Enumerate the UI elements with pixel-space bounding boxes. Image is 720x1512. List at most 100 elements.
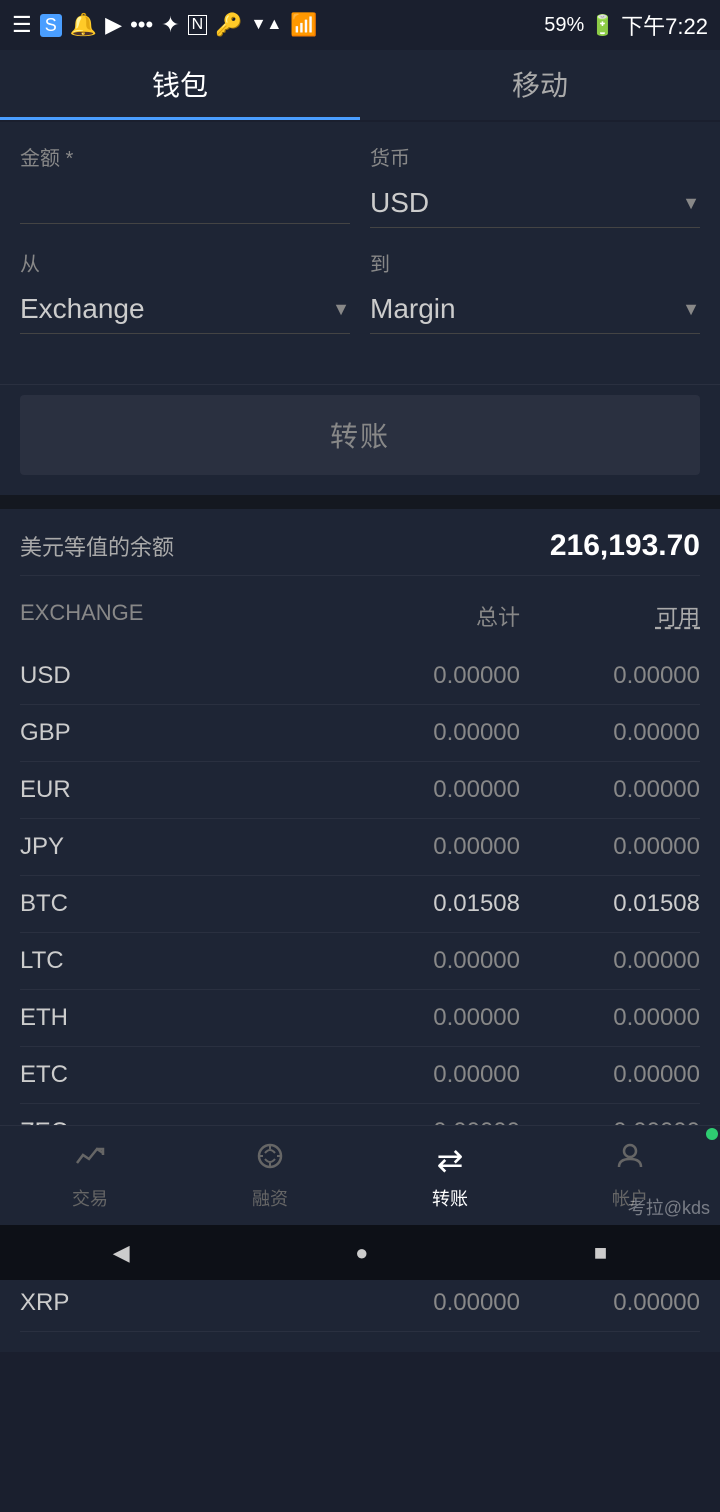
row-avail-cell: 0.00000 [520,1004,700,1032]
row-currency-name: BTC [20,890,320,918]
row-total-cell: 0.00000 [320,662,520,690]
signal-bars: 📶 [290,12,317,38]
row-avail-cell: 0.00000 [520,1061,700,1089]
transfer-icon: ⇄ [437,1141,464,1179]
currency-group: 货币 USD ▼ [370,142,700,228]
tab-move[interactable]: 移动 [360,50,720,120]
to-select[interactable]: Margin ▼ [370,285,700,334]
row-total-value: 0.00000 [433,1061,520,1088]
row-avail-value: 0.00000 [613,833,700,860]
from-select[interactable]: Exchange ▼ [20,285,350,334]
row-total-cell: 0.00000 [320,776,520,804]
row-avail-value: 0.00000 [613,776,700,803]
row-avail-cell: 0.00000 [520,662,700,690]
row-total-value: 0.00000 [433,833,520,860]
balance-row: 美元等值的余额 216,193.70 [20,529,700,576]
row-total-value: 0.00000 [433,1004,520,1031]
row-avail-value: 0.00000 [613,947,700,974]
system-nav: ◀ ● ■ [0,1225,720,1280]
signal-lte: ▼▲ [251,16,283,34]
account-icon [615,1141,645,1179]
row-total-value: 0.00000 [433,719,520,746]
row-total-value: 0.01508 [433,890,520,917]
from-value: Exchange [20,293,145,325]
row-total-cell: 0.00000 [320,1004,520,1032]
table-row: JPY 0.00000 0.00000 [20,819,700,876]
row-total-value: 0.00000 [433,776,520,803]
back-button[interactable]: ◀ [113,1240,130,1266]
balance-label: 美元等值的余额 [20,530,174,562]
table-row: USD 0.00000 0.00000 [20,648,700,705]
status-left-icons: ☰ S 🔔 ▶ ••• ✦ N 🔑 ▼▲ 📶 [12,12,318,38]
row-currency-name: EUR [20,776,320,804]
main-tabs: 钱包 移动 [0,50,720,120]
from-label: 从 [20,248,350,277]
row-avail-cell: 0.00000 [520,1289,700,1317]
currency-dropdown-arrow: ▼ [682,193,700,214]
bottom-nav: 交易 融资 ⇄ 转账 帐户 [0,1125,720,1225]
trade-icon [75,1141,105,1179]
status-right-info: 59% 🔋 下午7:22 [544,9,708,41]
section-divider [0,495,720,509]
form-row-amount-currency: 金额 * 货币 USD ▼ [20,142,700,228]
col-exchange-title: EXCHANGE [20,600,320,632]
transfer-form: 金额 * 货币 USD ▼ 从 Exchange ▼ 到 Margin ▼ [0,122,720,384]
row-total-value: 0.00000 [433,1289,520,1316]
app-icon: S [40,14,62,37]
nav-item-transfer[interactable]: ⇄ 转账 [360,1126,540,1225]
row-total-cell: 0.00000 [320,833,520,861]
tab-wallet[interactable]: 钱包 [0,50,360,120]
bluetooth-icon: ✦ [161,12,179,38]
currency-label: 货币 [370,142,700,171]
table-header: EXCHANGE 总计 可用 [20,592,700,640]
row-currency-name: LTC [20,947,320,975]
to-dropdown-arrow: ▼ [682,299,700,320]
funding-icon [255,1141,285,1179]
battery-text: 59% [544,14,584,37]
home-button[interactable]: ● [355,1240,368,1266]
from-group: 从 Exchange ▼ [20,248,350,334]
row-avail-value: 0.01508 [613,890,700,917]
table-row: BTC 0.01508 0.01508 [20,876,700,933]
row-avail-cell: 0.00000 [520,719,700,747]
table-row: GBP 0.00000 0.00000 [20,705,700,762]
more-icon: ••• [130,12,153,38]
transfer-button[interactable]: 转账 [20,395,700,475]
play-icon: ▶ [105,12,122,38]
battery-icon: 🔋 [590,13,615,38]
time-display: 下午7:22 [621,9,708,41]
row-avail-value: 0.00000 [613,1004,700,1031]
menu-icon: ☰ [12,12,32,38]
currency-value: USD [370,187,429,219]
form-row-from-to: 从 Exchange ▼ 到 Margin ▼ [20,248,700,334]
row-avail-value: 0.00000 [613,1289,700,1316]
row-total-value: 0.00000 [433,662,520,689]
row-avail-cell: 0.00000 [520,833,700,861]
row-avail-value: 0.00000 [613,719,700,746]
row-currency-name: GBP [20,719,320,747]
amount-input[interactable] [20,179,350,224]
row-currency-name: ETH [20,1004,320,1032]
nav-item-funding[interactable]: 融资 [180,1126,360,1225]
col-avail-header: 可用 [520,600,700,632]
table-row: ETC 0.00000 0.00000 [20,1047,700,1104]
row-total-cell: 0.01508 [320,890,520,918]
transfer-btn-area: 转账 [0,384,720,495]
to-group: 到 Margin ▼ [370,248,700,334]
recent-button[interactable]: ■ [594,1240,607,1266]
row-total-cell: 0.00000 [320,1289,520,1317]
table-row: ETH 0.00000 0.00000 [20,990,700,1047]
to-value: Margin [370,293,456,325]
row-total-cell: 0.00000 [320,947,520,975]
nav-label-funding: 融资 [252,1185,288,1211]
nav-item-trade[interactable]: 交易 [0,1126,180,1225]
col-total-header: 总计 [320,600,520,632]
row-currency-name: ETC [20,1061,320,1089]
nfc-icon: N [188,15,208,35]
row-avail-value: 0.00000 [613,662,700,689]
row-currency-name: USD [20,662,320,690]
currency-select[interactable]: USD ▼ [370,179,700,228]
watermark: 考拉@kds [628,1194,710,1220]
to-label: 到 [370,248,700,277]
nav-label-trade: 交易 [72,1185,108,1211]
